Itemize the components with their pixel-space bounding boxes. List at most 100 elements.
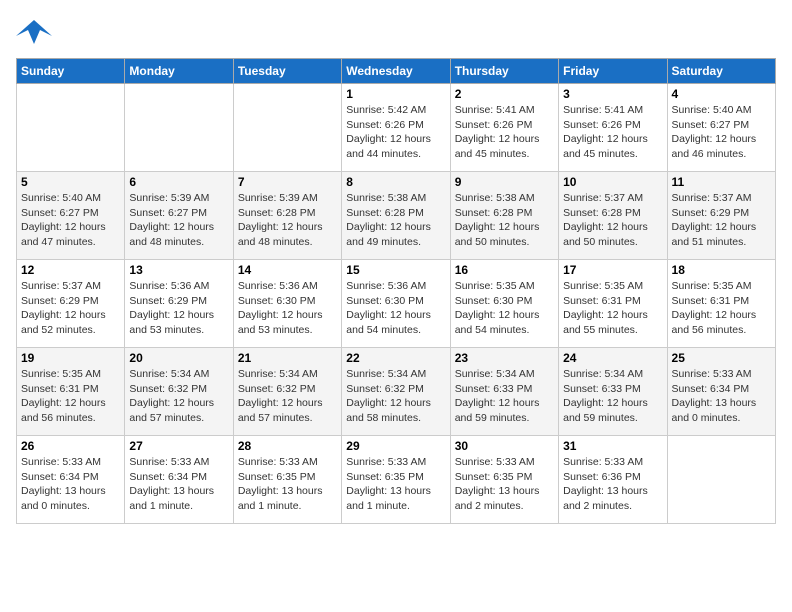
day-info: Sunrise: 5:39 AMSunset: 6:27 PMDaylight:… <box>129 191 228 250</box>
calendar-week-row: 26Sunrise: 5:33 AMSunset: 6:34 PMDayligh… <box>17 436 776 524</box>
day-info: Sunrise: 5:33 AMSunset: 6:35 PMDaylight:… <box>346 455 445 514</box>
calendar-header-row: SundayMondayTuesdayWednesdayThursdayFrid… <box>17 59 776 84</box>
calendar-cell: 12 Sunrise: 5:37 AMSunset: 6:29 PMDayligh… <box>17 260 125 348</box>
day-info: Sunrise: 5:34 AMSunset: 6:33 PMDaylight:… <box>563 367 662 426</box>
calendar-cell: 2 Sunrise: 5:41 AMSunset: 6:26 PMDaylight… <box>450 84 558 172</box>
calendar-cell: 27Sunrise: 5:33 AMSunset: 6:34 PMDayligh… <box>125 436 233 524</box>
calendar-week-row: 1 Sunrise: 5:42 AMSunset: 6:26 PMDaylight… <box>17 84 776 172</box>
day-info: Sunrise: 5:37 AMSunset: 6:28 PMDaylight:… <box>563 191 662 250</box>
day-info: Sunrise: 5:38 AMSunset: 6:28 PMDaylight:… <box>455 191 554 250</box>
day-number: 18 <box>672 263 771 277</box>
calendar-cell <box>233 84 341 172</box>
day-info: Sunrise: 5:36 AMSunset: 6:29 PMDaylight:… <box>129 279 228 338</box>
day-number: 10 <box>563 175 662 189</box>
day-info: Sunrise: 5:34 AMSunset: 6:33 PMDaylight:… <box>455 367 554 426</box>
day-number: 24 <box>563 351 662 365</box>
day-of-week-header: Saturday <box>667 59 775 84</box>
calendar-cell: 3 Sunrise: 5:41 AMSunset: 6:26 PMDaylight… <box>559 84 667 172</box>
calendar-cell <box>667 436 775 524</box>
calendar-cell: 5 Sunrise: 5:40 AMSunset: 6:27 PMDaylight… <box>17 172 125 260</box>
day-info: Sunrise: 5:34 AMSunset: 6:32 PMDaylight:… <box>346 367 445 426</box>
calendar-cell: 20 Sunrise: 5:34 AMSunset: 6:32 PMDayligh… <box>125 348 233 436</box>
calendar-table: SundayMondayTuesdayWednesdayThursdayFrid… <box>16 58 776 524</box>
calendar-cell: 4 Sunrise: 5:40 AMSunset: 6:27 PMDaylight… <box>667 84 775 172</box>
day-number: 11 <box>672 175 771 189</box>
day-number: 21 <box>238 351 337 365</box>
calendar-cell: 17 Sunrise: 5:35 AMSunset: 6:31 PMDayligh… <box>559 260 667 348</box>
day-info: Sunrise: 5:41 AMSunset: 6:26 PMDaylight:… <box>563 103 662 162</box>
day-info: Sunrise: 5:41 AMSunset: 6:26 PMDaylight:… <box>455 103 554 162</box>
day-number: 26 <box>21 439 120 453</box>
calendar-cell: 16 Sunrise: 5:35 AMSunset: 6:30 PMDayligh… <box>450 260 558 348</box>
calendar-cell: 21 Sunrise: 5:34 AMSunset: 6:32 PMDayligh… <box>233 348 341 436</box>
day-number: 13 <box>129 263 228 277</box>
calendar-cell: 30 Sunrise: 5:33 AMSunset: 6:35 PMDayligh… <box>450 436 558 524</box>
day-info: Sunrise: 5:34 AMSunset: 6:32 PMDaylight:… <box>129 367 228 426</box>
day-number: 8 <box>346 175 445 189</box>
day-info: Sunrise: 5:35 AMSunset: 6:30 PMDaylight:… <box>455 279 554 338</box>
day-number: 7 <box>238 175 337 189</box>
calendar-cell: 7 Sunrise: 5:39 AMSunset: 6:28 PMDaylight… <box>233 172 341 260</box>
logo-icon <box>16 16 52 46</box>
day-info: Sunrise: 5:33 AMSunset: 6:35 PMDaylight:… <box>238 455 337 514</box>
day-number: 6 <box>129 175 228 189</box>
day-number: 3 <box>563 87 662 101</box>
day-number: 12 <box>21 263 120 277</box>
calendar-cell: 22Sunrise: 5:34 AMSunset: 6:32 PMDayligh… <box>342 348 450 436</box>
calendar-cell: 8 Sunrise: 5:38 AMSunset: 6:28 PMDaylight… <box>342 172 450 260</box>
day-info: Sunrise: 5:42 AMSunset: 6:26 PMDaylight:… <box>346 103 445 162</box>
day-number: 9 <box>455 175 554 189</box>
day-info: Sunrise: 5:39 AMSunset: 6:28 PMDaylight:… <box>238 191 337 250</box>
day-of-week-header: Thursday <box>450 59 558 84</box>
calendar-cell: 29 Sunrise: 5:33 AMSunset: 6:35 PMDayligh… <box>342 436 450 524</box>
calendar-cell: 25Sunrise: 5:33 AMSunset: 6:34 PMDayligh… <box>667 348 775 436</box>
day-info: Sunrise: 5:37 AMSunset: 6:29 PMDaylight:… <box>21 279 120 338</box>
day-number: 30 <box>455 439 554 453</box>
day-info: Sunrise: 5:35 AMSunset: 6:31 PMDaylight:… <box>21 367 120 426</box>
day-info: Sunrise: 5:38 AMSunset: 6:28 PMDaylight:… <box>346 191 445 250</box>
day-info: Sunrise: 5:37 AMSunset: 6:29 PMDaylight:… <box>672 191 771 250</box>
calendar-cell: 23 Sunrise: 5:34 AMSunset: 6:33 PMDayligh… <box>450 348 558 436</box>
day-number: 15 <box>346 263 445 277</box>
day-number: 17 <box>563 263 662 277</box>
day-info: Sunrise: 5:40 AMSunset: 6:27 PMDaylight:… <box>21 191 120 250</box>
day-number: 23 <box>455 351 554 365</box>
day-number: 4 <box>672 87 771 101</box>
day-info: Sunrise: 5:40 AMSunset: 6:27 PMDaylight:… <box>672 103 771 162</box>
day-number: 31 <box>563 439 662 453</box>
calendar-cell: 15 Sunrise: 5:36 AMSunset: 6:30 PMDayligh… <box>342 260 450 348</box>
calendar-cell: 10 Sunrise: 5:37 AMSunset: 6:28 PMDayligh… <box>559 172 667 260</box>
day-of-week-header: Wednesday <box>342 59 450 84</box>
day-info: Sunrise: 5:36 AMSunset: 6:30 PMDaylight:… <box>238 279 337 338</box>
calendar-cell: 24 Sunrise: 5:34 AMSunset: 6:33 PMDayligh… <box>559 348 667 436</box>
day-number: 29 <box>346 439 445 453</box>
day-info: Sunrise: 5:33 AMSunset: 6:35 PMDaylight:… <box>455 455 554 514</box>
calendar-cell: 6 Sunrise: 5:39 AMSunset: 6:27 PMDaylight… <box>125 172 233 260</box>
day-info: Sunrise: 5:35 AMSunset: 6:31 PMDaylight:… <box>563 279 662 338</box>
calendar-cell: 19 Sunrise: 5:35 AMSunset: 6:31 PMDayligh… <box>17 348 125 436</box>
calendar-cell <box>17 84 125 172</box>
calendar-cell: 13 Sunrise: 5:36 AMSunset: 6:29 PMDayligh… <box>125 260 233 348</box>
day-number: 14 <box>238 263 337 277</box>
calendar-cell: 31 Sunrise: 5:33 AMSunset: 6:36 PMDayligh… <box>559 436 667 524</box>
day-number: 2 <box>455 87 554 101</box>
day-info: Sunrise: 5:33 AMSunset: 6:36 PMDaylight:… <box>563 455 662 514</box>
day-info: Sunrise: 5:34 AMSunset: 6:32 PMDaylight:… <box>238 367 337 426</box>
calendar-week-row: 19 Sunrise: 5:35 AMSunset: 6:31 PMDayligh… <box>17 348 776 436</box>
day-info: Sunrise: 5:33 AMSunset: 6:34 PMDaylight:… <box>672 367 771 426</box>
day-number: 5 <box>21 175 120 189</box>
calendar-week-row: 5 Sunrise: 5:40 AMSunset: 6:27 PMDaylight… <box>17 172 776 260</box>
day-info: Sunrise: 5:36 AMSunset: 6:30 PMDaylight:… <box>346 279 445 338</box>
day-number: 19 <box>21 351 120 365</box>
calendar-cell: 28 Sunrise: 5:33 AMSunset: 6:35 PMDayligh… <box>233 436 341 524</box>
day-number: 20 <box>129 351 228 365</box>
logo <box>16 16 56 46</box>
day-number: 16 <box>455 263 554 277</box>
day-of-week-header: Monday <box>125 59 233 84</box>
calendar-cell: 14 Sunrise: 5:36 AMSunset: 6:30 PMDayligh… <box>233 260 341 348</box>
day-number: 1 <box>346 87 445 101</box>
calendar-week-row: 12 Sunrise: 5:37 AMSunset: 6:29 PMDayligh… <box>17 260 776 348</box>
calendar-cell <box>125 84 233 172</box>
day-number: 28 <box>238 439 337 453</box>
calendar-cell: 1 Sunrise: 5:42 AMSunset: 6:26 PMDaylight… <box>342 84 450 172</box>
